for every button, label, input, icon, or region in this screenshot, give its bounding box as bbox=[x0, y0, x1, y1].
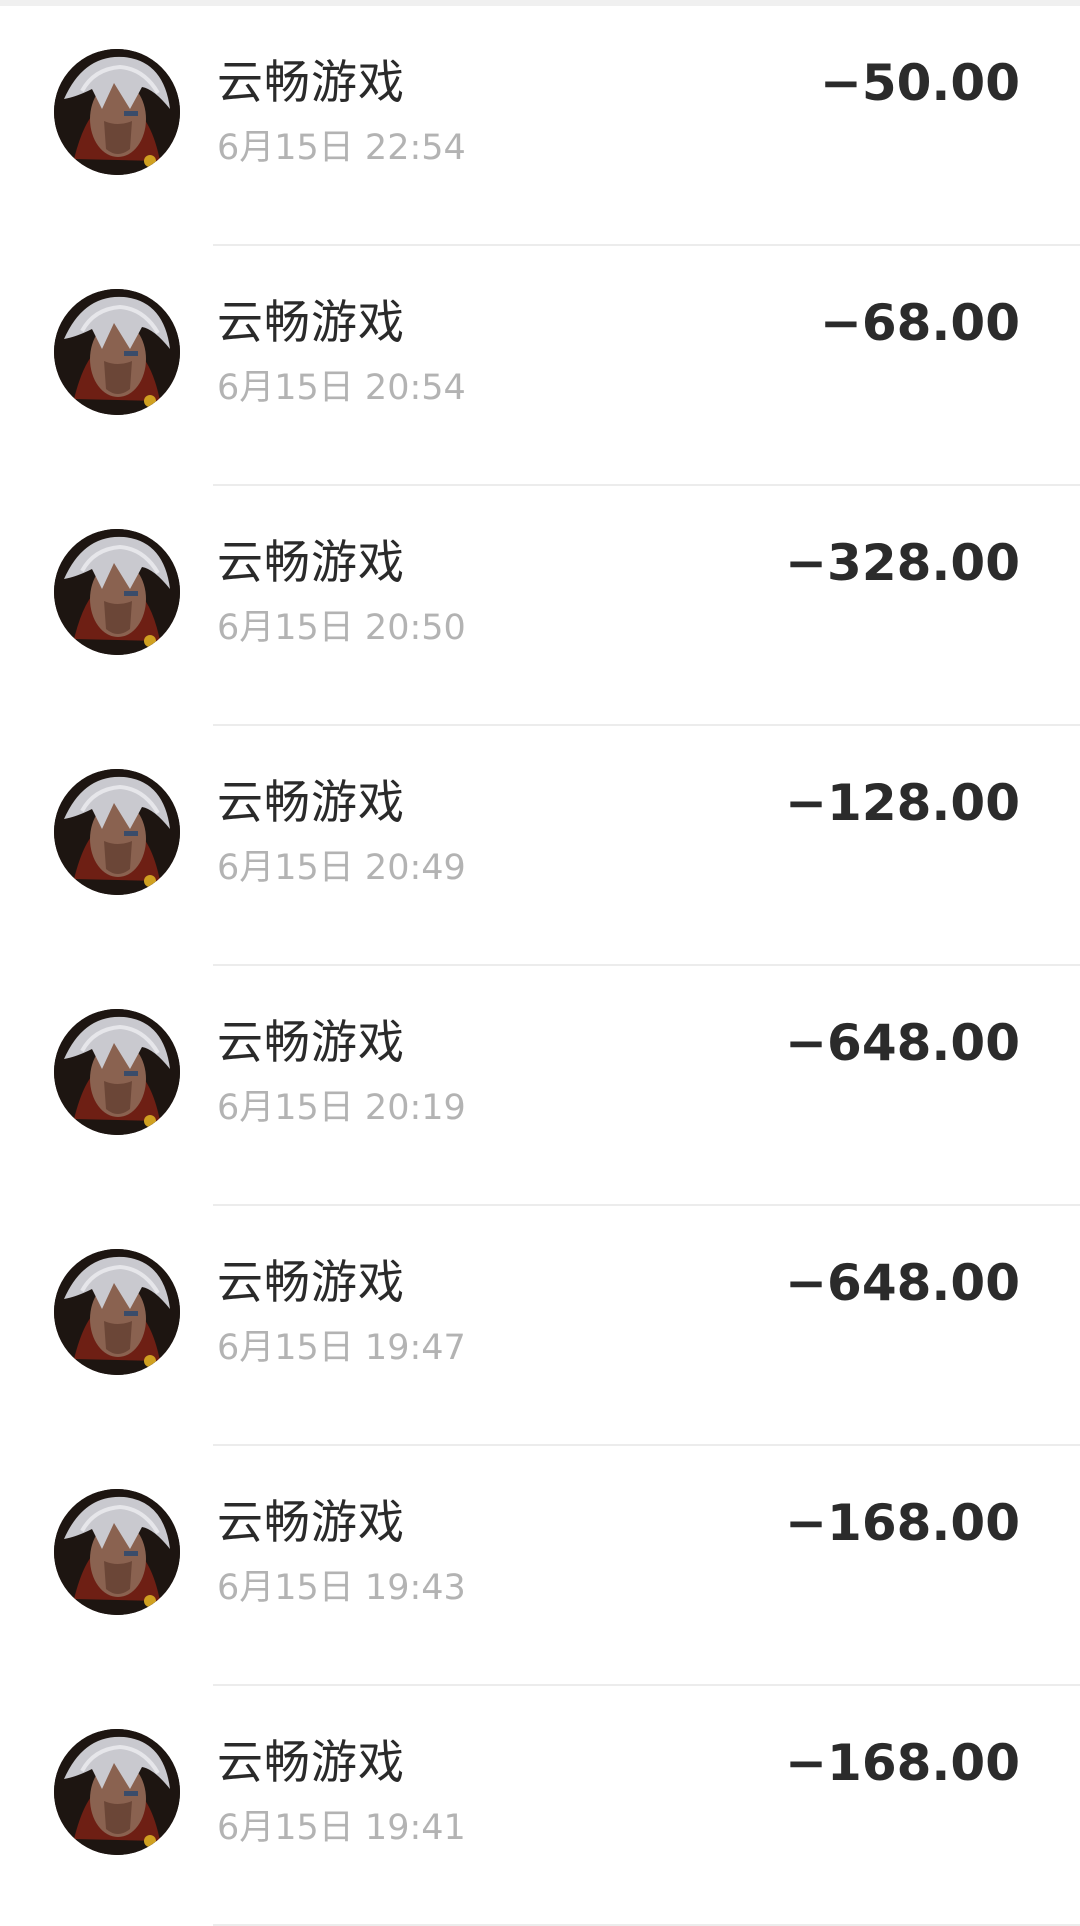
transaction-amount: −128.00 bbox=[785, 774, 1020, 832]
transaction-row[interactable]: 云畅游戏 6月15日 19:41 −168.00 bbox=[0, 1686, 1080, 1926]
transaction-time: 6月15日 19:41 bbox=[217, 1808, 466, 1848]
transaction-row[interactable]: 云畅游戏 6月15日 20:50 −328.00 bbox=[0, 486, 1080, 726]
merchant-name: 云畅游戏 bbox=[217, 775, 405, 829]
transaction-row[interactable]: 云畅游戏 6月15日 20:54 −68.00 bbox=[0, 246, 1080, 486]
transaction-amount: −50.00 bbox=[819, 54, 1020, 112]
merchant-name: 云畅游戏 bbox=[217, 55, 405, 109]
transaction-time: 6月15日 19:43 bbox=[217, 1568, 466, 1608]
transaction-time: 6月15日 20:19 bbox=[217, 1088, 466, 1128]
merchant-avatar-icon bbox=[54, 769, 180, 895]
transaction-time: 6月15日 22:54 bbox=[217, 128, 466, 168]
merchant-name: 云畅游戏 bbox=[217, 1735, 405, 1789]
merchant-avatar-icon bbox=[54, 1489, 180, 1615]
transaction-amount: −648.00 bbox=[785, 1014, 1020, 1072]
merchant-name: 云畅游戏 bbox=[217, 1255, 405, 1309]
merchant-avatar-icon bbox=[54, 1009, 180, 1135]
merchant-avatar-icon bbox=[54, 1249, 180, 1375]
merchant-name: 云畅游戏 bbox=[217, 1015, 405, 1069]
transaction-amount: −168.00 bbox=[785, 1734, 1020, 1792]
transaction-amount: −648.00 bbox=[785, 1254, 1020, 1312]
transaction-time: 6月15日 20:54 bbox=[217, 368, 466, 408]
transaction-amount: −328.00 bbox=[785, 534, 1020, 592]
merchant-avatar-icon bbox=[54, 1729, 180, 1855]
merchant-name: 云畅游戏 bbox=[217, 295, 405, 349]
transaction-list: 云畅游戏 6月15日 22:54 −50.00 云畅游戏 6月15日 20:54… bbox=[0, 6, 1080, 1926]
transaction-row[interactable]: 云畅游戏 6月15日 19:47 −648.00 bbox=[0, 1206, 1080, 1446]
transaction-time: 6月15日 19:47 bbox=[217, 1328, 466, 1368]
merchant-name: 云畅游戏 bbox=[217, 535, 405, 589]
merchant-avatar-icon bbox=[54, 49, 180, 175]
transaction-amount: −168.00 bbox=[785, 1494, 1020, 1552]
transaction-time: 6月15日 20:50 bbox=[217, 608, 466, 648]
transaction-row[interactable]: 云畅游戏 6月15日 20:49 −128.00 bbox=[0, 726, 1080, 966]
merchant-name: 云畅游戏 bbox=[217, 1495, 405, 1549]
transaction-time: 6月15日 20:49 bbox=[217, 848, 466, 888]
merchant-avatar-icon bbox=[54, 529, 180, 655]
transaction-row[interactable]: 云畅游戏 6月15日 20:19 −648.00 bbox=[0, 966, 1080, 1206]
transaction-row[interactable]: 云畅游戏 6月15日 19:43 −168.00 bbox=[0, 1446, 1080, 1686]
transaction-amount: −68.00 bbox=[819, 294, 1020, 352]
merchant-avatar-icon bbox=[54, 289, 180, 415]
transaction-row[interactable]: 云畅游戏 6月15日 22:54 −50.00 bbox=[0, 6, 1080, 246]
